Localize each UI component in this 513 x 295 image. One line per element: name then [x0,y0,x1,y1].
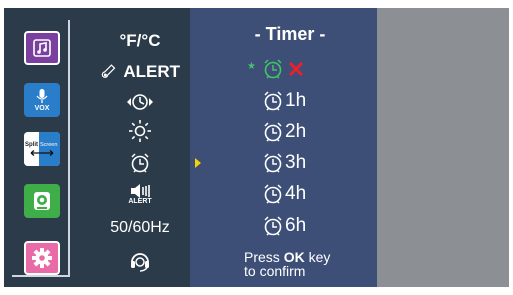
thermometer-icon [101,64,116,78]
timer-option-label: 6h [285,215,307,236]
temperature-unit-label: °F/°C [119,31,161,50]
alarm-clock-icon [264,91,282,111]
alarm-clock-icon [264,59,282,79]
off-cross-icon [288,61,304,77]
menu-item-temperature-alert[interactable]: ALERT [100,59,180,85]
menu-item-camera-rotate[interactable] [100,89,180,115]
timer-option-6h[interactable]: 6h [262,213,306,239]
menu-item-timer[interactable] [100,150,180,176]
headset-icon [131,253,149,272]
timer-option-3h[interactable]: 3h [262,150,306,176]
vox-label: VOX [34,105,50,112]
timer-option-label: 4h [285,183,307,204]
camera-icon [34,192,50,210]
timer-option-4h[interactable]: 4h [262,181,306,207]
alarm-clock-icon [264,216,282,236]
split-label: Split [25,142,38,148]
brightness-icon [129,120,151,142]
sidebar-item-settings[interactable] [24,241,60,275]
screen-label: Screen [40,142,58,148]
sidebar-divider [68,20,70,275]
alarm-clock-icon [264,153,282,173]
hint-key-suffix: key [304,249,331,265]
timer-panel [190,8,377,287]
sidebar-item-vox[interactable]: VOX [24,83,60,117]
sound-alert-label: ALERT [128,198,152,205]
gear-icon [32,248,52,268]
menu-item-sound-alert[interactable]: ALERT [100,182,180,208]
menu-item-frequency[interactable]: 50/60Hz [100,215,180,241]
music-note-icon [33,39,51,57]
confirm-hint: Press OK key to confirm [244,250,374,278]
timer-option-label: 3h [285,152,307,173]
sidebar-item-split-screen[interactable]: Split Screen [24,132,60,166]
speaker-alert-icon [131,184,150,198]
timer-option-label: 2h [285,121,307,142]
sidebar-divider-bottom [12,275,70,277]
frequency-label: 50/60Hz [110,219,170,236]
timer-title: - Timer - [254,24,326,44]
hint-confirm: to confirm [244,263,306,279]
sidebar-item-camera[interactable] [24,184,60,218]
menu-item-temperature-unit[interactable]: °F/°C [100,28,180,54]
current-selection-star-icon: ★ [247,61,256,72]
alarm-clock-icon [131,153,149,173]
alarm-clock-icon [264,122,282,142]
menu-item-brightness[interactable] [100,118,180,144]
timer-option-2h[interactable]: 2h [262,119,306,145]
alarm-clock-icon [264,184,282,204]
double-arrow-icon [30,150,54,156]
sidebar-item-music[interactable] [24,31,60,65]
timer-option-off[interactable] [262,56,306,82]
timer-option-1h[interactable]: 1h [262,88,306,114]
microphone-icon [36,89,48,103]
camera-rotate-icon [127,94,153,110]
menu-item-headset[interactable] [100,248,180,274]
temperature-alert-label: ALERT [123,62,180,81]
timer-option-label: 1h [285,90,307,111]
selection-cursor [195,158,201,168]
